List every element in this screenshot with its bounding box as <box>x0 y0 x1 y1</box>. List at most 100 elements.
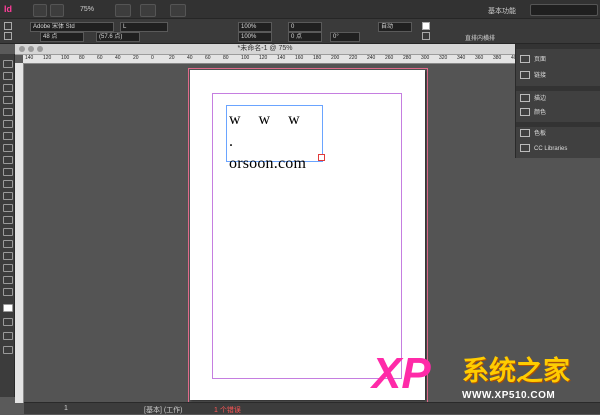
ruler-tick-label: 160 <box>295 55 304 61</box>
font-family-field[interactable]: Adobe 宋体 Std <box>30 22 114 32</box>
direct-selection-tool-icon[interactable] <box>3 72 13 80</box>
grid-field[interactable]: 自动 <box>378 22 412 32</box>
type-tool-icon[interactable] <box>3 120 13 128</box>
arrange-documents-button[interactable] <box>170 4 186 17</box>
apply-color-icon[interactable] <box>3 332 13 340</box>
character-formatting-icon[interactable] <box>4 22 12 30</box>
ruler-tick-label: 0 <box>151 55 154 61</box>
preflight-profile[interactable]: [基本] (工作) <box>144 405 183 415</box>
font-size-field[interactable]: 48 点 <box>40 32 84 42</box>
overset-text-indicator[interactable] <box>318 154 325 161</box>
ruler-tick-label: 40 <box>187 55 193 61</box>
color-icon <box>520 108 530 117</box>
swatches-icon <box>520 129 530 138</box>
workspace-switcher[interactable]: 基本功能 <box>488 6 516 16</box>
panel-pages[interactable]: 页面 <box>520 54 546 66</box>
paragraph-formatting-icon[interactable] <box>4 32 12 40</box>
content-collector-icon[interactable] <box>3 108 13 116</box>
vertical-ruler[interactable] <box>15 63 24 403</box>
ruler-tick-label: 120 <box>259 55 268 61</box>
ruler-tick-label: 60 <box>205 55 211 61</box>
pen-tool-icon[interactable] <box>3 144 13 152</box>
horizontal-ruler[interactable]: 140 120 100 80 60 40 20 0 20 40 60 80 100 120 140 160 18… <box>23 55 515 64</box>
watermark-url: WWW.XP510.COM <box>462 390 556 401</box>
application-bar: Id 75% 基本功能 <box>0 0 600 19</box>
free-transform-tool-icon[interactable] <box>3 216 13 224</box>
status-bar: 1 [基本] (工作) 1 个错误 <box>24 402 600 414</box>
cc-libraries-icon <box>520 144 530 153</box>
panel-swatches[interactable]: 色板 <box>520 128 546 140</box>
skew-field[interactable]: 0° <box>330 32 360 42</box>
ruler-tick-label: 80 <box>79 55 85 61</box>
tracking-field[interactable]: 0 <box>288 22 322 32</box>
tate-chu-yoko-option[interactable]: 直排内横排 <box>465 33 495 42</box>
panel-color-label: 颜色 <box>534 110 547 116</box>
default-fill-stroke-icon[interactable] <box>3 304 13 312</box>
baseline-shift-field[interactable]: 0 点 <box>288 32 322 42</box>
rectangle-frame-tool-icon[interactable] <box>3 168 13 176</box>
bridge-button[interactable] <box>33 4 47 17</box>
view-options-button[interactable] <box>115 4 131 17</box>
frame-text-line-2: orsoon.com <box>229 155 307 172</box>
vertical-scale-field[interactable]: 100% <box>238 22 272 32</box>
note-tool-icon[interactable] <box>3 252 13 260</box>
indesign-logo: Id <box>4 4 12 14</box>
panel-pages-label: 页面 <box>534 57 547 63</box>
screen-mode-icon[interactable] <box>3 346 13 354</box>
ruler-tick-label: 180 <box>313 55 322 61</box>
zoom-level[interactable]: 75% <box>80 6 94 13</box>
frame-text-line-1: w w w . <box>229 111 307 150</box>
zoom-tool-icon[interactable] <box>3 288 13 296</box>
gradient-swatch-tool-icon[interactable] <box>3 228 13 236</box>
ruler-tick-label: 100 <box>241 55 250 61</box>
panel-group-header[interactable] <box>516 86 600 91</box>
links-icon <box>520 71 530 80</box>
gradient-feather-tool-icon[interactable] <box>3 240 13 248</box>
panel-links[interactable]: 链接 <box>520 70 546 82</box>
fill-swatch-icon[interactable] <box>422 22 430 30</box>
ruler-tick-label: 320 <box>439 55 448 61</box>
frame-text[interactable]: w w w . orsoon.com <box>229 109 324 175</box>
panel-group-header[interactable] <box>516 122 600 127</box>
panel-stroke-label: 描边 <box>534 96 547 102</box>
formatting-affects-icon[interactable] <box>3 318 13 326</box>
screen-mode-button[interactable] <box>140 4 156 17</box>
scissors-tool-icon[interactable] <box>3 204 13 212</box>
ruler-tick-label: 40 <box>115 55 121 61</box>
pencil-tool-icon[interactable] <box>3 156 13 164</box>
grid-tool-icon[interactable] <box>3 192 13 200</box>
stock-button[interactable] <box>50 4 64 17</box>
font-style-field[interactable]: L <box>120 22 168 32</box>
document-titlebar: *未命名-1 @ 75% <box>15 44 515 55</box>
panel-stroke[interactable]: 描边 <box>520 93 546 105</box>
search-input[interactable] <box>530 4 598 16</box>
hand-tool-icon[interactable] <box>3 276 13 284</box>
eyedropper-tool-icon[interactable] <box>3 264 13 272</box>
horizontal-scale-field[interactable]: 100% <box>238 32 272 42</box>
watermark-text: 系统之家 <box>462 356 570 387</box>
leading-field[interactable]: (57.6 点) <box>96 32 140 42</box>
text-frame[interactable]: w w w . orsoon.com <box>226 105 323 172</box>
preflight-errors[interactable]: 1 个错误 <box>214 405 241 415</box>
panel-color[interactable]: 颜色 <box>520 107 546 119</box>
ruler-tick-label: 260 <box>385 55 394 61</box>
ruler-tick-label: 220 <box>349 55 358 61</box>
ruler-tick-label: 300 <box>421 55 430 61</box>
ruler-tick-label: 280 <box>403 55 412 61</box>
page-tool-icon[interactable] <box>3 84 13 92</box>
panel-group-header[interactable] <box>516 44 600 49</box>
panel-cc-libraries[interactable]: CC Libraries <box>520 143 567 155</box>
document-title: *未命名-1 @ 75% <box>237 45 293 52</box>
page-number-field[interactable]: 1 <box>64 405 68 412</box>
stroke-swatch-icon[interactable] <box>422 32 430 40</box>
ruler-tick-label: 80 <box>223 55 229 61</box>
stroke-icon <box>520 94 530 103</box>
gap-tool-icon[interactable] <box>3 96 13 104</box>
line-tool-icon[interactable] <box>3 132 13 140</box>
ruler-tick-label: 120 <box>43 55 52 61</box>
rectangle-tool-icon[interactable] <box>3 180 13 188</box>
ruler-tick-label: 240 <box>367 55 376 61</box>
ruler-tick-label: 20 <box>133 55 139 61</box>
selection-tool-icon[interactable] <box>3 60 13 68</box>
panel-dock: 页面 链接 描边 颜色 色板 CC Libraries <box>515 44 600 158</box>
